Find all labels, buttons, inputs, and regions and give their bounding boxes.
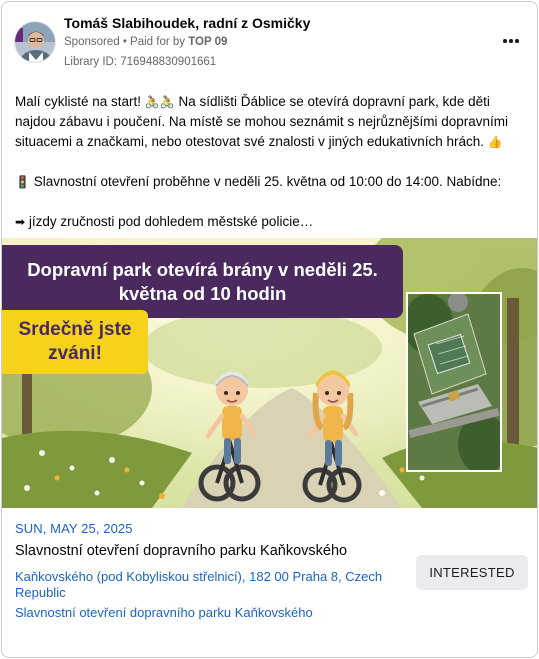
sponsored-label: Sponsored — [64, 36, 120, 48]
event-title[interactable]: Slavnostní otevření dopravního parku Kaň… — [15, 543, 347, 559]
sponsored-post-card: Tomáš Slabihoudek, radní z Osmičky Spons… — [1, 1, 538, 658]
post-paragraph-1: Malí cyklisté na start! 🚴🚴 Na sídlišti Ď… — [15, 92, 527, 152]
creative-headline: Dopravní park otevírá brány v neděli 25.… — [2, 245, 403, 318]
post-paragraph-3: ➡ jízdy zručnosti pod dohledem městské p… — [15, 212, 527, 232]
sponsored-meta: Sponsored • Paid for by TOP 09 — [64, 36, 227, 48]
bicycle-emoji-icon: 🚴🚴 — [144, 95, 175, 109]
event-link[interactable]: Slavnostní otevření dopravního parku Kaň… — [15, 605, 313, 620]
ad-creative-image[interactable]: Dopravní park otevírá brány v neděli 25.… — [2, 238, 537, 508]
post-text: Malí cyklisté na start! 🚴🚴 Na sídlišti Ď… — [15, 92, 527, 232]
thumbs-up-emoji-icon: 👍 — [487, 135, 503, 149]
post-text-schedule: Slavnostní otevření proběhne v neděli 25… — [29, 174, 502, 189]
more-horizontal-icon — [503, 39, 519, 43]
interested-button[interactable]: INTERESTED — [416, 555, 528, 590]
post-paragraph-2: 🚦 Slavnostní otevření proběhne v neděli … — [15, 172, 527, 192]
paid-for-by[interactable]: TOP 09 — [188, 36, 227, 48]
post-text-offer[interactable]: jízdy zručnosti pod dohledem městské pol… — [25, 214, 313, 229]
more-options-button[interactable] — [499, 32, 523, 50]
page-name[interactable]: Tomáš Slabihoudek, radní z Osmičky — [64, 15, 310, 31]
traffic-light-emoji-icon: 🚦 — [15, 175, 30, 189]
paid-for-prefix: • Paid for by — [119, 36, 189, 48]
page-avatar[interactable] — [14, 21, 56, 63]
post-text-intro: Malí cyklisté na start! — [15, 94, 145, 109]
event-address[interactable]: Kaňkovského (pod Kobyliskou střelnicí), … — [15, 569, 410, 601]
creative-invite: Srdečně jste zváni! — [2, 310, 148, 374]
library-id: Library ID: 716948830901661 — [64, 56, 217, 68]
right-arrow-emoji-icon: ➡ — [15, 215, 26, 229]
aerial-map-photo — [406, 292, 502, 472]
event-date: SUN, MAY 25, 2025 — [15, 521, 133, 536]
